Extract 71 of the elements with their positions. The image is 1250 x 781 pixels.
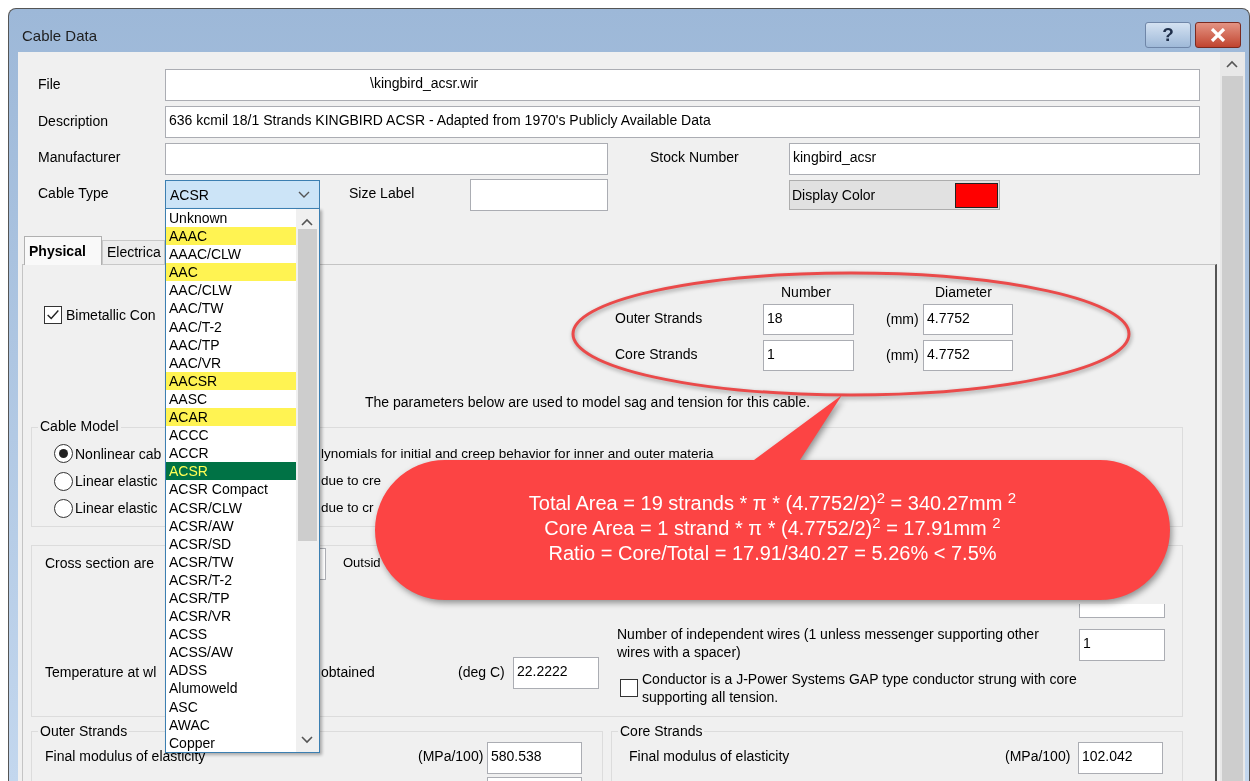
- unit-label: (mm): [886, 310, 919, 328]
- size-label-field[interactable]: [470, 179, 608, 211]
- default-tension-field[interactable]: [1079, 604, 1165, 618]
- window-title: Cable Data: [22, 26, 98, 46]
- help-button[interactable]: ?: [1145, 22, 1191, 48]
- stock-number-field[interactable]: kingbird_acsr: [789, 143, 1200, 175]
- row-label: Core Strands: [615, 345, 698, 363]
- chevron-down-icon: [298, 191, 310, 199]
- field-label: Temperature at wl: [45, 663, 157, 681]
- field-label: Manufacturer: [38, 148, 121, 166]
- field-label: obtained: [321, 663, 375, 681]
- unit-label: (MPa/100): [1005, 747, 1071, 765]
- description-field[interactable]: 636 kcmil 18/1 Strands KINGBIRD ACSR - Adapted from 1970's Publicly Available Data: [165, 106, 1200, 138]
- field-label: Description: [38, 112, 109, 130]
- unit-label: (mm): [886, 346, 919, 364]
- checkbox-label: Conductor is a J-Power Systems GAP type conductor strung with core supporting all tension.: [642, 670, 1078, 706]
- unit-label: (MPa/100): [418, 747, 484, 765]
- dropdown-option[interactable]: ACAR: [166, 408, 297, 427]
- scroll-up-icon: [301, 218, 313, 226]
- manufacturer-field[interactable]: [165, 143, 608, 175]
- dropdown-option[interactable]: AAAC: [166, 227, 297, 246]
- scrollbar-thumb[interactable]: [1222, 76, 1243, 781]
- modulus-field[interactable]: 102.042: [1078, 742, 1163, 774]
- unit-label: (deg C): [458, 663, 505, 681]
- scrollbar[interactable]: [296, 209, 319, 752]
- radio-label: lynomials for initial and creep behavior for inner and outer materia: [321, 445, 714, 463]
- number-field[interactable]: 1: [763, 340, 854, 371]
- field-label: Cross section are: [45, 554, 154, 572]
- modulus-field[interactable]: 580.538: [487, 742, 582, 774]
- number-field[interactable]: 18: [763, 304, 854, 335]
- field-label: Cable Type: [38, 184, 109, 202]
- dropdown-option[interactable]: ACSR: [166, 462, 297, 481]
- diameter-field[interactable]: 4.7752: [923, 304, 1013, 335]
- field-label: Size Label: [349, 184, 415, 202]
- column-header: Number: [781, 283, 831, 301]
- input-field[interactable]: [487, 777, 582, 781]
- column-header: Diameter: [935, 283, 992, 301]
- tab[interactable]: Electrica: [102, 240, 165, 265]
- field-label: Outsid: [343, 554, 381, 572]
- field-label: Final modulus of elasticity: [629, 747, 790, 765]
- checkbox-label: Bimetallic Con: [66, 306, 156, 324]
- radio-label: due to cr: [321, 499, 374, 517]
- radio-label: due to cre: [321, 472, 382, 490]
- close-button[interactable]: [1195, 22, 1241, 48]
- display-color-button[interactable]: Display Color: [789, 180, 1000, 210]
- cable-type-dropdown[interactable]: ACSR: [165, 180, 320, 210]
- radio-label: Nonlinear cab: [75, 445, 162, 463]
- independent-wires-field[interactable]: 1: [1079, 629, 1165, 661]
- field-label: Stock Number: [650, 148, 739, 166]
- callout-text: Total Area = 19 strands * π * (4.7752/2)$^{2}$ = 340.27mm $^{2}$: [528, 491, 1017, 516]
- callout-text: Core Area = 1 strand * π * (4.7752/2)$^{2}$ = 17.91mm $^{2}$: [544, 516, 1001, 541]
- radio-label: Linear elastic: [75, 472, 158, 490]
- info-text: The parameters below are used to model sag and tension for this cable.: [365, 393, 811, 411]
- dropdown-option[interactable]: AAC: [166, 263, 297, 282]
- temperature-field[interactable]: 22.2222: [513, 657, 599, 689]
- callout-text: Ratio = Core/Total = 17.91/340.27 = 5.26% < 7.5%: [548, 541, 997, 566]
- field-label: File: [38, 75, 61, 93]
- checkbox[interactable]: [44, 306, 62, 324]
- scroll-up-icon: [1226, 60, 1238, 68]
- radio-label: Linear elastic: [75, 499, 158, 517]
- close-icon: [1210, 28, 1226, 42]
- field-label: Number of independent wires (1 unless messenger supporting other wires with a spacer): [617, 625, 1040, 661]
- scrollbar-thumb[interactable]: [298, 229, 317, 541]
- scrollbar[interactable]: [1220, 52, 1245, 781]
- row-label: Outer Strands: [615, 309, 703, 327]
- diameter-field[interactable]: 4.7752: [923, 340, 1013, 371]
- scroll-down-icon: [301, 736, 313, 744]
- file-field[interactable]: \kingbird_acsr.wir: [165, 69, 1200, 101]
- checkbox[interactable]: [620, 679, 638, 697]
- dropdown-option[interactable]: Unknown: [166, 209, 297, 228]
- tab[interactable]: Physical: [24, 236, 102, 265]
